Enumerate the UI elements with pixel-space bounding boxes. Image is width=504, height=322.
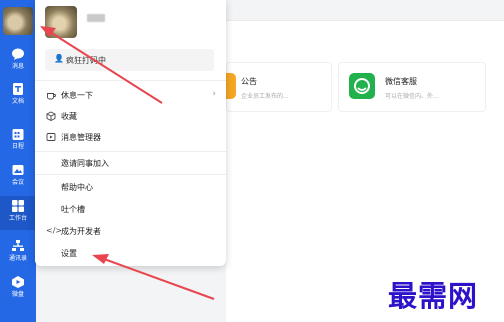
- menu-item-label: 设置: [61, 249, 77, 258]
- sidebar: 消息 文档 日程 会议 工作台 通讯录 微盘: [0, 0, 36, 322]
- sidebar-item-messages[interactable]: 消息: [0, 44, 36, 78]
- profile-popup: 👤 疯狂打码中 休息一下 › 收藏 消息管理器 邀请同事加入 帮助中心 吐个槽 …: [35, 0, 226, 266]
- watermark: 最需网: [388, 279, 479, 313]
- message-manager-icon: [46, 133, 56, 141]
- wechat-service-icon: [349, 73, 375, 99]
- status-field[interactable]: 👤 疯狂打码中: [45, 49, 214, 71]
- sidebar-item-meetings[interactable]: 会议: [0, 160, 36, 194]
- chevron-right-icon: ›: [212, 89, 216, 99]
- profile-avatar[interactable]: [45, 6, 77, 38]
- sidebar-item-drive[interactable]: 微盘: [0, 272, 36, 306]
- meeting-icon: [12, 165, 24, 175]
- code-icon: </>: [46, 226, 63, 235]
- menu-item-label: 休息一下: [61, 91, 93, 100]
- card-title: 公告: [241, 77, 257, 86]
- cube-icon: [46, 111, 56, 121]
- menu-item-settings[interactable]: 设置: [35, 243, 226, 263]
- sidebar-item-label: 文档: [11, 98, 24, 105]
- drive-icon: [12, 276, 24, 288]
- avatar[interactable]: [3, 7, 33, 35]
- divider: [35, 80, 226, 81]
- divider: [35, 151, 226, 152]
- sidebar-item-docs[interactable]: 文档: [0, 79, 36, 113]
- coffee-icon: [47, 93, 56, 100]
- menu-item-label: 消息管理器: [61, 133, 101, 142]
- menu-item-invite[interactable]: 邀请同事加入: [35, 153, 226, 173]
- status-emoji: 👤: [54, 54, 64, 63]
- divider: [35, 174, 226, 175]
- sidebar-item-label: 会议: [11, 179, 24, 186]
- wechat-service-card[interactable]: 微信客服 可以在微信内、外...: [338, 62, 486, 112]
- menu-item-label: 帮助中心: [61, 183, 93, 192]
- sidebar-item-label: 消息: [11, 63, 24, 70]
- menu-item-favorites[interactable]: 收藏: [35, 106, 226, 126]
- sidebar-item-label: 日程: [11, 143, 24, 150]
- workbench-icon: [12, 200, 24, 212]
- menu-item-label: 邀请同事加入: [61, 159, 109, 168]
- profile-name-redacted: [87, 14, 105, 22]
- card-subtitle: 企业员工发布的...: [241, 93, 289, 100]
- sidebar-item-label: 微盘: [11, 291, 24, 298]
- menu-item-label: 收藏: [61, 112, 77, 121]
- chat-icon: [12, 48, 24, 60]
- menu-item-label: 吐个槽: [61, 205, 85, 214]
- sidebar-item-label: 工作台: [8, 215, 27, 222]
- menu-item-developer[interactable]: </> 成为开发者: [35, 221, 226, 241]
- sidebar-item-label: 通讯录: [8, 255, 27, 262]
- sidebar-item-contacts[interactable]: 通讯录: [0, 236, 36, 270]
- sidebar-item-calendar[interactable]: 日程: [0, 124, 36, 158]
- document-icon: [13, 83, 23, 95]
- announcement-card[interactable]: 公告 企业员工发布的...: [226, 62, 332, 112]
- menu-item-help[interactable]: 帮助中心: [35, 177, 226, 197]
- menu-item-label: 成为开发者: [61, 227, 101, 236]
- sidebar-item-workbench[interactable]: 工作台: [0, 196, 36, 230]
- menu-item-message-manager[interactable]: 消息管理器: [35, 127, 226, 147]
- contacts-icon: [12, 240, 24, 251]
- announcement-icon: [226, 73, 236, 99]
- card-subtitle: 可以在微信内、外...: [385, 93, 439, 100]
- menu-item-feedback[interactable]: 吐个槽: [35, 199, 226, 219]
- status-text: 疯狂打码中: [66, 56, 106, 65]
- card-title: 微信客服: [385, 77, 417, 86]
- calendar-icon: [12, 129, 24, 140]
- menu-item-rest[interactable]: 休息一下 ›: [35, 85, 226, 105]
- top-bar: [226, 0, 504, 21]
